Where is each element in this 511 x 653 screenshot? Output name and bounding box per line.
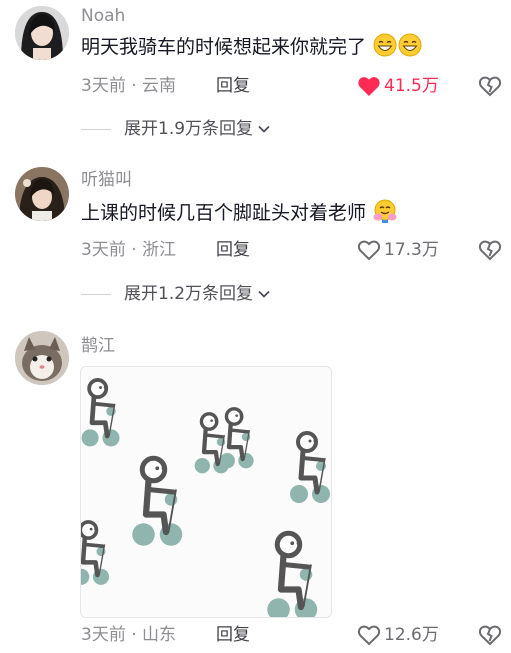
like-count: 12.6万 — [384, 625, 439, 645]
avatar[interactable] — [15, 331, 69, 385]
comment-item: 鹊江 3天前 · 山东 回复 12.6万 — [0, 0, 511, 653]
comment-meta: 3天前 · 山东 — [81, 625, 177, 645]
comment-image[interactable] — [80, 366, 332, 618]
like-button[interactable]: 12.6万 — [357, 624, 439, 646]
heart-outline-icon — [357, 625, 381, 646]
comment-username[interactable]: 鹊江 — [81, 335, 115, 357]
reply-button[interactable]: 回复 — [216, 624, 250, 646]
comment-list: Noah 明天我骑车的时候想起来你就完了 3天前 · 云南 回复 41.5万 展… — [0, 0, 511, 653]
stick-figure-meme-image — [81, 367, 331, 617]
dislike-broken-heart-icon[interactable] — [478, 624, 502, 646]
